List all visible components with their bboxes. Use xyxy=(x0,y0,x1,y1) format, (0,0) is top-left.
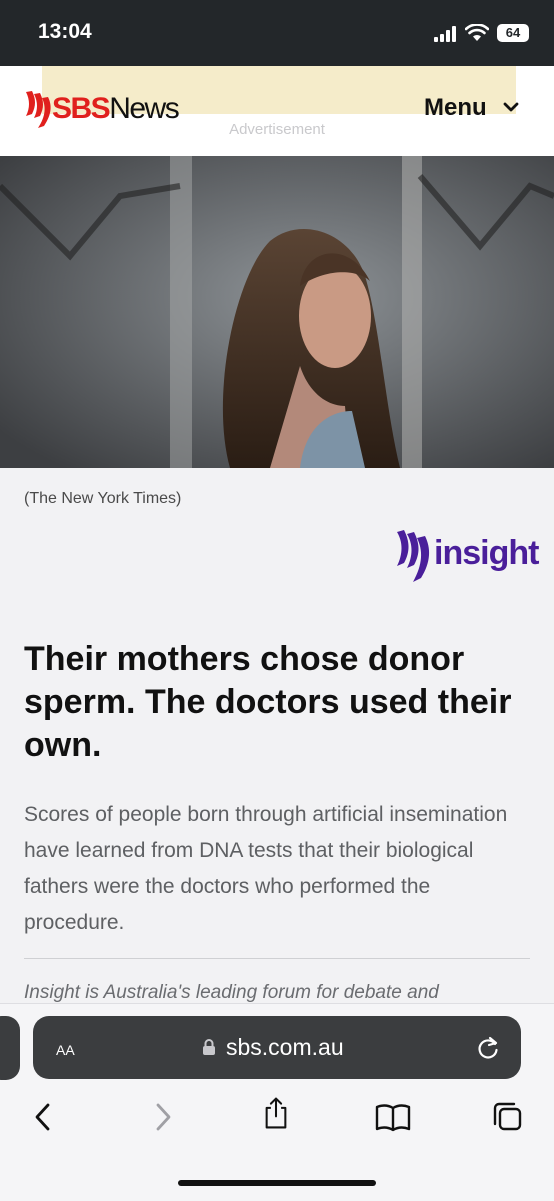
sbs-news-wordmark[interactable]: SBSNews xyxy=(52,92,180,126)
article-intro: Insight is Australia's leading forum for… xyxy=(24,982,439,1003)
wifi-icon xyxy=(465,24,489,41)
logo-sbs: SBS xyxy=(52,92,111,125)
home-indicator[interactable] xyxy=(178,1180,376,1186)
hero-photo xyxy=(0,156,554,468)
status-bar: 13:04 64 xyxy=(0,0,554,66)
reload-icon[interactable] xyxy=(476,1035,500,1061)
menu-button[interactable]: Menu xyxy=(424,94,487,122)
site-header: Advertisement SBSNews Menu xyxy=(0,66,554,157)
share-icon[interactable] xyxy=(261,1096,291,1130)
text-size-button[interactable]: AA xyxy=(56,1038,75,1061)
text-size-label: AA xyxy=(56,1042,75,1058)
divider xyxy=(24,958,530,959)
insight-wordmark[interactable]: insight xyxy=(434,534,539,573)
back-icon[interactable] xyxy=(28,1100,58,1134)
article-hero-image xyxy=(0,156,554,468)
tabs-icon[interactable] xyxy=(492,1100,522,1134)
forward-icon[interactable] xyxy=(148,1100,178,1134)
sbs-logo-icon[interactable] xyxy=(24,90,54,130)
logo-news: News xyxy=(109,92,180,125)
status-time: 13:04 xyxy=(38,20,92,43)
article-headline: Their mothers chose donor sperm. The doc… xyxy=(24,640,512,764)
bookmarks-icon[interactable] xyxy=(375,1100,411,1134)
chevron-down-icon[interactable] xyxy=(503,100,519,114)
insight-logo-icon[interactable] xyxy=(395,528,437,584)
article-summary: Scores of people born through artificial… xyxy=(24,803,508,934)
previous-tab-preview[interactable] xyxy=(0,1016,20,1080)
url-text[interactable]: sbs.com.au xyxy=(226,1034,344,1061)
image-caption: (The New York Times) xyxy=(24,490,182,507)
cellular-signal-icon xyxy=(434,26,456,42)
lock-icon xyxy=(203,1039,215,1055)
battery-indicator: 64 xyxy=(497,24,529,42)
